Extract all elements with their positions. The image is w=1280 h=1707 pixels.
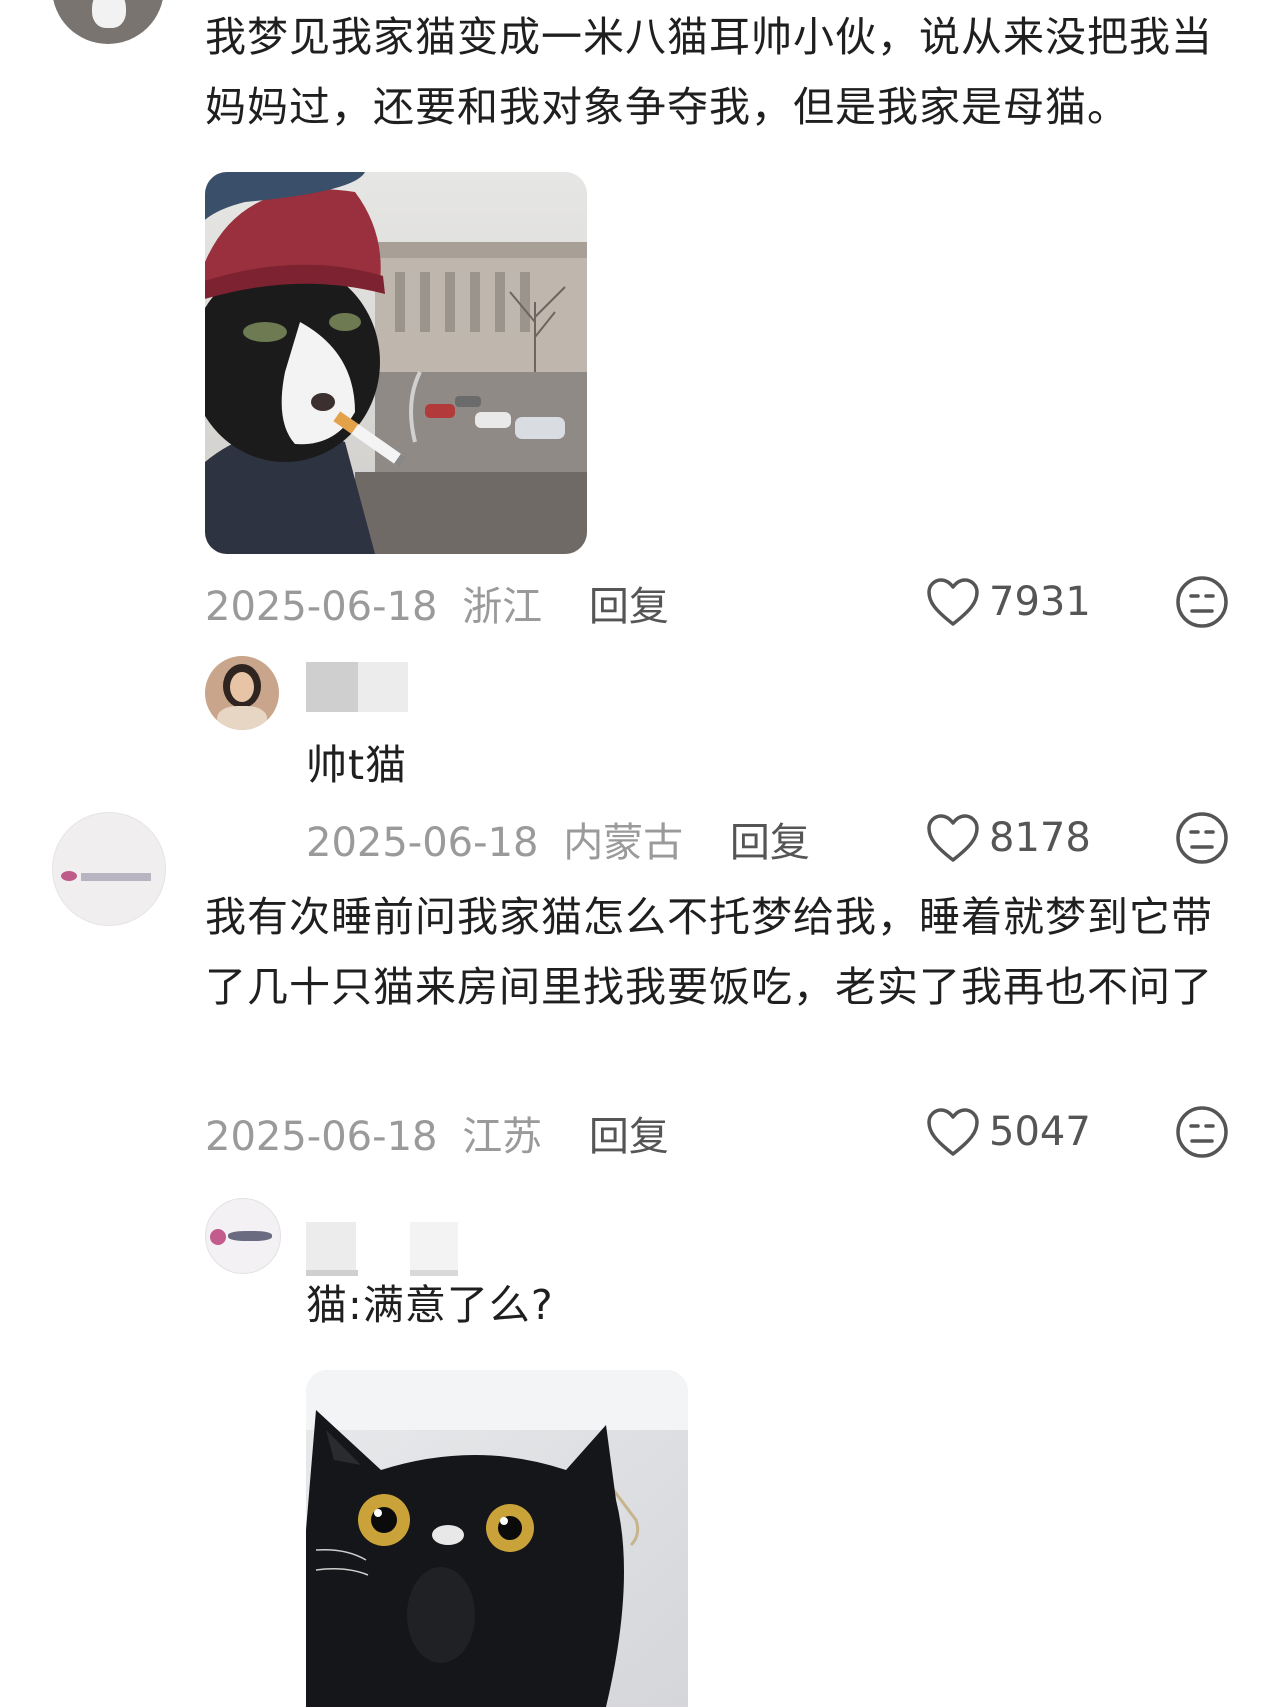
heart-outline-icon — [927, 814, 979, 862]
avatar[interactable] — [52, 0, 164, 44]
reply-date: 2025-06-18 — [306, 820, 539, 866]
like-count: 8178 — [989, 815, 1091, 861]
comment-location: 江苏 — [462, 1114, 543, 1160]
reply-image-black-cat[interactable] — [306, 1370, 688, 1707]
username-redacted — [358, 662, 408, 712]
reply-button[interactable]: 回复 — [589, 1114, 669, 1160]
comment-meta: 2025-06-18 浙江 回复 — [205, 574, 669, 632]
username-redacted — [306, 1222, 356, 1274]
comment-date: 2025-06-18 — [205, 584, 438, 630]
like-button[interactable]: 8178 — [925, 812, 1091, 864]
reply-location: 内蒙古 — [563, 820, 684, 866]
comment-text: 我有次睡前问我家猫怎么不托梦给我，睡着就梦到它带了几十只猫来房间里找我要饭吃，老… — [205, 893, 1213, 1011]
reply-button[interactable]: 回复 — [589, 584, 669, 630]
like-count: 7931 — [989, 579, 1091, 625]
reply-button[interactable]: 回复 — [730, 820, 810, 866]
reply-text: 帅t猫 — [306, 741, 408, 789]
like-button[interactable]: 7931 — [925, 576, 1091, 628]
neutral-face-icon[interactable] — [1174, 1104, 1230, 1164]
username-redacted — [410, 1222, 458, 1274]
reply-text: 猫:满意了么? — [306, 1281, 554, 1329]
neutral-face-icon[interactable] — [1174, 810, 1230, 870]
like-count: 5047 — [989, 1109, 1091, 1155]
comment-image-cat-smoking[interactable] — [205, 172, 587, 554]
reply-meta: 2025-06-18 内蒙古 回复 — [306, 810, 810, 868]
username-redacted — [306, 662, 358, 712]
avatar[interactable] — [52, 812, 166, 926]
comment-text: 我梦见我家猫变成一米八猫耳帅小伙，说从来没把我当妈妈过，还要和我对象争夺我，但是… — [205, 13, 1213, 131]
avatar[interactable] — [205, 1198, 281, 1274]
avatar[interactable] — [205, 656, 279, 730]
heart-outline-icon — [927, 578, 979, 626]
comment-meta: 2025-06-18 江苏 回复 — [205, 1104, 669, 1162]
comment-location: 浙江 — [462, 584, 543, 630]
comment-date: 2025-06-18 — [205, 1114, 438, 1160]
heart-outline-icon — [927, 1108, 979, 1156]
neutral-face-icon[interactable] — [1174, 574, 1230, 634]
like-button[interactable]: 5047 — [925, 1106, 1091, 1158]
